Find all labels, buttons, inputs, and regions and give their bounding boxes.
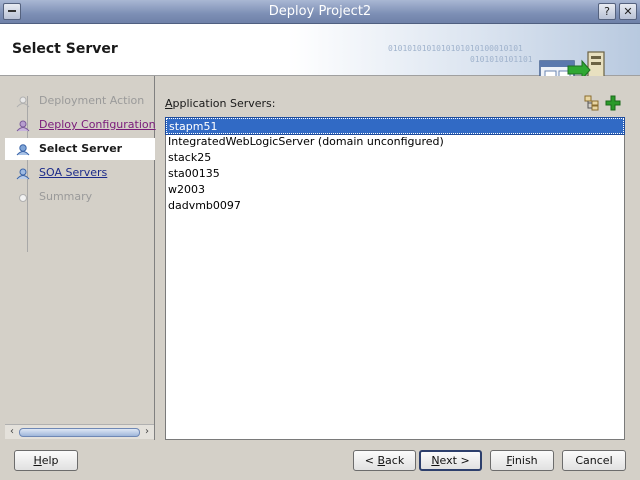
server-list-item[interactable]: sta00135 — [166, 166, 624, 182]
browse-servers-icon[interactable] — [583, 94, 601, 112]
binary-decoration: 0101010101010101010100010101 — [388, 44, 523, 53]
scroll-thumb[interactable] — [19, 428, 140, 437]
step-summary: Summary — [5, 186, 155, 208]
step-label: SOA Servers — [39, 166, 108, 179]
page-title: Select Server — [12, 41, 118, 57]
scroll-left-icon[interactable]: ‹ — [6, 426, 18, 438]
cancel-button[interactable]: Cancel — [562, 450, 626, 471]
server-list-item[interactable]: stack25 — [166, 150, 624, 166]
window-titlebar: Deploy Project2 ? ✕ — [0, 0, 640, 24]
step-current-icon — [16, 144, 30, 156]
step-deploy-configuration[interactable]: Deploy Configuration — [5, 114, 156, 136]
main-content: Application Servers: stapm51 IntegratedWe… — [156, 76, 640, 440]
step-visited-icon — [16, 120, 30, 132]
server-list-item[interactable]: w2003 — [166, 182, 624, 198]
finish-button[interactable]: Finish — [490, 450, 554, 471]
application-servers-list[interactable]: stapm51 IntegratedWebLogicServer (domain … — [165, 117, 625, 440]
server-list-item[interactable]: dadvmb0097 — [166, 198, 624, 214]
next-button[interactable]: Next > — [419, 450, 482, 471]
wizard-footer: Help < Back Next > Finish Cancel — [0, 440, 640, 480]
step-soa-servers[interactable]: SOA Servers — [5, 162, 155, 184]
window-title: Deploy Project2 — [268, 4, 372, 19]
help-title-button[interactable]: ? — [598, 3, 616, 20]
binary-decoration-2: 0101010101101 — [470, 55, 533, 64]
back-button[interactable]: < Back — [353, 450, 416, 471]
server-list-item[interactable]: IntegratedWebLogicServer (domain unconfi… — [166, 134, 624, 150]
step-label: Summary — [39, 190, 93, 203]
steps-horizontal-scrollbar[interactable]: ‹ › — [5, 424, 154, 439]
step-label: Deploy Configuration — [39, 118, 156, 131]
step-label: Select Server — [39, 142, 123, 155]
add-server-icon[interactable] — [604, 94, 622, 112]
help-button[interactable]: Help — [14, 450, 78, 471]
wizard-steps-panel: Deployment Action Deploy Configuration S… — [5, 76, 156, 440]
step-pending-icon — [16, 168, 30, 180]
step-label: Deployment Action — [39, 94, 145, 107]
step-end-icon — [19, 194, 27, 202]
wizard-header: Select Server 01010101010101010101000101… — [0, 24, 640, 88]
scroll-right-icon[interactable]: › — [141, 426, 153, 438]
step-disabled-icon — [16, 96, 30, 108]
step-select-server[interactable]: Select Server — [5, 138, 155, 160]
application-servers-label: Application Servers: — [165, 97, 276, 110]
close-window-button[interactable]: ✕ — [619, 3, 637, 20]
step-deployment-action: Deployment Action — [5, 90, 155, 112]
server-list-item[interactable]: stapm51 — [165, 117, 625, 135]
